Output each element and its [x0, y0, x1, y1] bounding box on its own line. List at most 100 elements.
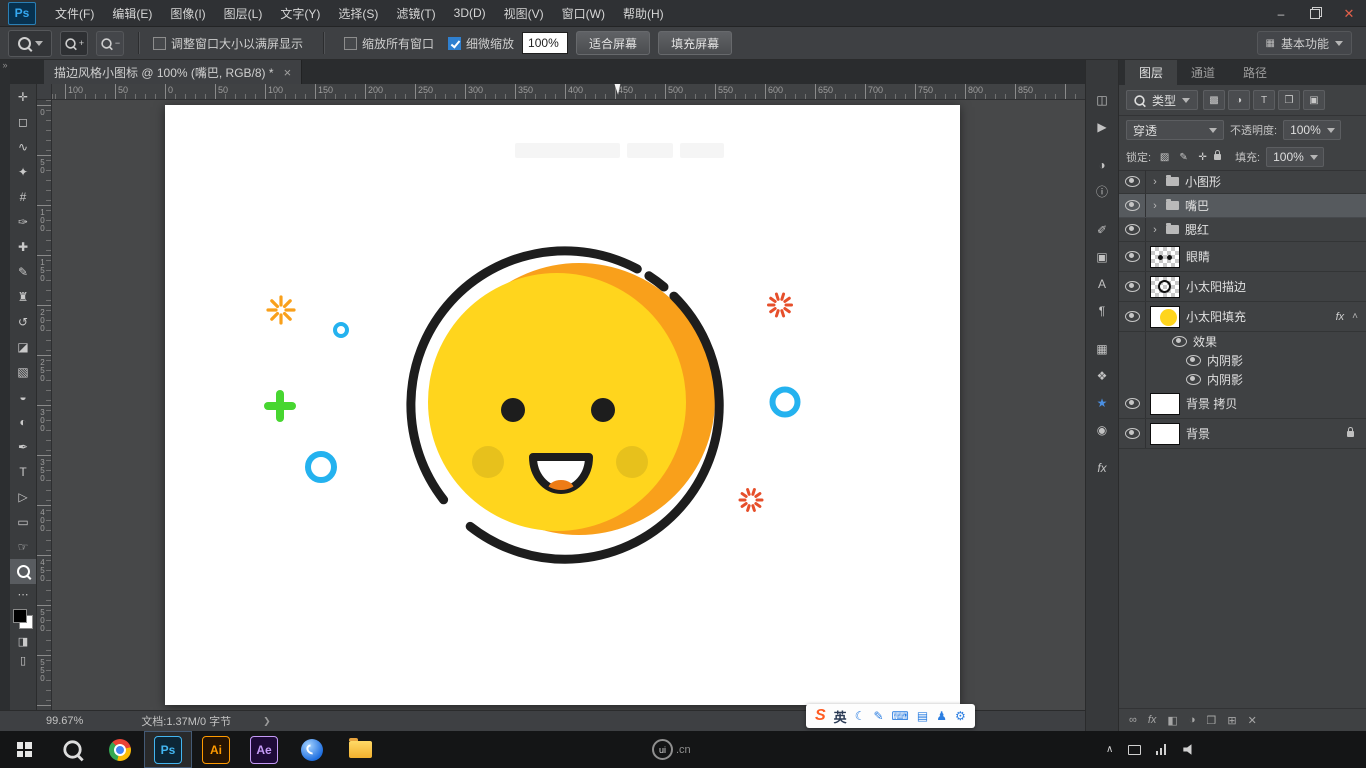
close-button[interactable]: ✕: [1332, 0, 1366, 27]
layer-row[interactable]: ›嘴巴: [1119, 194, 1366, 218]
visibility-eye-icon[interactable]: [1186, 374, 1201, 385]
filter-pixel-layers-icon[interactable]: ▩: [1203, 90, 1225, 110]
layer-row[interactable]: 背景 拷贝: [1119, 389, 1366, 419]
chrome-icon[interactable]: [96, 731, 144, 768]
layer-row[interactable]: 小太阳填充fx˄: [1119, 302, 1366, 332]
ime-language-mode[interactable]: 英: [834, 707, 847, 726]
new-layer-icon[interactable]: ⊞: [1227, 714, 1236, 727]
menubar-item-1[interactable]: 编辑(E): [103, 0, 161, 26]
layer-thumbnail[interactable]: [1150, 246, 1180, 268]
tool-option-0[interactable]: 调整窗口大小以满屏显示: [153, 35, 303, 52]
checkbox-unchecked[interactable]: [344, 37, 357, 50]
network-icon[interactable]: [1156, 744, 1168, 755]
ime-toolbar[interactable]: S 英 ☾✎⌨▤♟⚙: [806, 704, 975, 728]
checkbox-unchecked[interactable]: [153, 37, 166, 50]
restore-button[interactable]: [1298, 0, 1332, 27]
lasso-tool[interactable]: ∿: [10, 134, 36, 159]
menubar-item-2[interactable]: 图像(I): [161, 0, 214, 26]
photoshop-app[interactable]: Ps: [144, 731, 192, 768]
link-layers-icon[interactable]: ∞: [1129, 714, 1137, 726]
lock-position-icon[interactable]: ✛: [1195, 152, 1210, 163]
opacity-field[interactable]: 100%: [1283, 120, 1341, 140]
filter-kind-select[interactable]: 类型: [1126, 90, 1198, 110]
history-brush-tool[interactable]: ↺: [10, 309, 36, 334]
artboard[interactable]: [165, 105, 960, 705]
layer-thumbnail[interactable]: [1150, 276, 1180, 298]
blend-mode-select[interactable]: 穿透: [1126, 120, 1224, 140]
hand-tool[interactable]: ☞: [10, 534, 36, 559]
filter-adjustment-layers-icon[interactable]: ◑: [1228, 90, 1250, 110]
layer-thumbnail[interactable]: [1150, 423, 1180, 445]
new-group-icon[interactable]: ❒: [1206, 714, 1216, 727]
pen-tool[interactable]: ✒: [10, 434, 36, 459]
tray-expand-chevron[interactable]: ∧: [1106, 744, 1113, 755]
layer-row[interactable]: 小太阳描边: [1119, 272, 1366, 302]
menubar-item-6[interactable]: 滤镜(T): [387, 0, 444, 26]
zoom-tool[interactable]: [10, 559, 36, 584]
clone-source-panel-icon[interactable]: ▣: [1086, 243, 1118, 270]
type-tool[interactable]: T: [10, 459, 36, 484]
visibility-cell[interactable]: [1119, 419, 1146, 448]
visibility-cell[interactable]: [1119, 218, 1146, 241]
visibility-cell[interactable]: [1119, 389, 1146, 418]
healing-brush-tool[interactable]: ✚: [10, 234, 36, 259]
visibility-cell[interactable]: [1119, 272, 1146, 301]
expand-arrow-icon[interactable]: ›: [1150, 224, 1160, 236]
layer-row[interactable]: ›腮红: [1119, 218, 1366, 242]
search-button[interactable]: [48, 731, 96, 768]
explorer-icon[interactable]: [336, 731, 384, 768]
visibility-cell[interactable]: [1119, 302, 1146, 331]
toolbox-icon[interactable]: ⚙: [955, 709, 966, 723]
visibility-eye-icon[interactable]: [1186, 355, 1201, 366]
lock-all-icon[interactable]: [1214, 154, 1221, 160]
actions-panel-icon[interactable]: ▶: [1086, 113, 1118, 140]
menubar-item-5[interactable]: 选择(S): [329, 0, 387, 26]
properties-panel-icon[interactable]: ◫: [1086, 86, 1118, 113]
status-zoom-level[interactable]: 99.67%: [46, 715, 83, 727]
sogou-logo[interactable]: S: [815, 707, 826, 725]
layer-row[interactable]: 内阴影: [1119, 351, 1366, 370]
visibility-eye-icon[interactable]: [1125, 176, 1140, 187]
menubar-item-3[interactable]: 图层(L): [215, 0, 272, 26]
menubar-item-8[interactable]: 视图(V): [495, 0, 553, 26]
move-tool[interactable]: ✛: [10, 84, 36, 109]
eyedropper-tool[interactable]: ✑: [10, 209, 36, 234]
zoom-in-button[interactable]: +: [60, 31, 88, 56]
menubar-item-10[interactable]: 帮助(H): [614, 0, 673, 26]
clone-stamp-tool[interactable]: ♜: [10, 284, 36, 309]
visibility-eye-icon[interactable]: [1125, 428, 1140, 439]
lock-image-icon[interactable]: ✎: [1176, 152, 1191, 163]
gradient-tool[interactable]: ▧: [10, 359, 36, 384]
dodge-tool[interactable]: ◐: [10, 409, 36, 434]
patterns-panel-icon[interactable]: ❖: [1086, 362, 1118, 389]
expand-arrow-icon[interactable]: ›: [1150, 176, 1160, 188]
visibility-eye-icon[interactable]: [1125, 281, 1140, 292]
visibility-eye-icon[interactable]: [1172, 336, 1187, 347]
visibility-cell[interactable]: [1119, 194, 1146, 217]
layer-thumbnail[interactable]: [1150, 306, 1180, 328]
edit-toolbar-icon[interactable]: ⋯: [10, 588, 36, 601]
panel-tab-0[interactable]: 图层: [1125, 60, 1177, 85]
color-panel-icon[interactable]: ◉: [1086, 416, 1118, 443]
foreground-color-swatch[interactable]: [13, 609, 27, 623]
canvas-area[interactable]: 1005005010015020025030035040045050055060…: [36, 84, 1085, 710]
visibility-eye-icon[interactable]: [1125, 311, 1140, 322]
menubar-item-4[interactable]: 文字(Y): [271, 0, 329, 26]
zoom-level-field[interactable]: 100%: [522, 32, 568, 54]
tab-close-button[interactable]: ×: [284, 65, 292, 80]
minimize-button[interactable]: –: [1264, 0, 1298, 27]
crop-tool[interactable]: #: [10, 184, 36, 209]
menubar-item-7[interactable]: 3D(D): [445, 0, 495, 26]
current-tool-badge[interactable]: [8, 30, 52, 57]
layer-style-icon[interactable]: fx: [1148, 714, 1157, 726]
layer-row[interactable]: 眼睛: [1119, 242, 1366, 272]
layer-row[interactable]: 内阴影: [1119, 370, 1366, 389]
libraries-panel-icon[interactable]: ★: [1086, 389, 1118, 416]
quick-selection-tool[interactable]: ✦: [10, 159, 36, 184]
path-selection-tool[interactable]: ▷: [10, 484, 36, 509]
workspace-switcher[interactable]: ▦ 基本功能: [1257, 31, 1352, 55]
visibility-cell[interactable]: [1119, 351, 1146, 370]
color-swatches[interactable]: [13, 609, 33, 629]
eraser-tool[interactable]: ◪: [10, 334, 36, 359]
horizontal-ruler[interactable]: 1005005010015020025030035040045050055060…: [52, 84, 1085, 100]
